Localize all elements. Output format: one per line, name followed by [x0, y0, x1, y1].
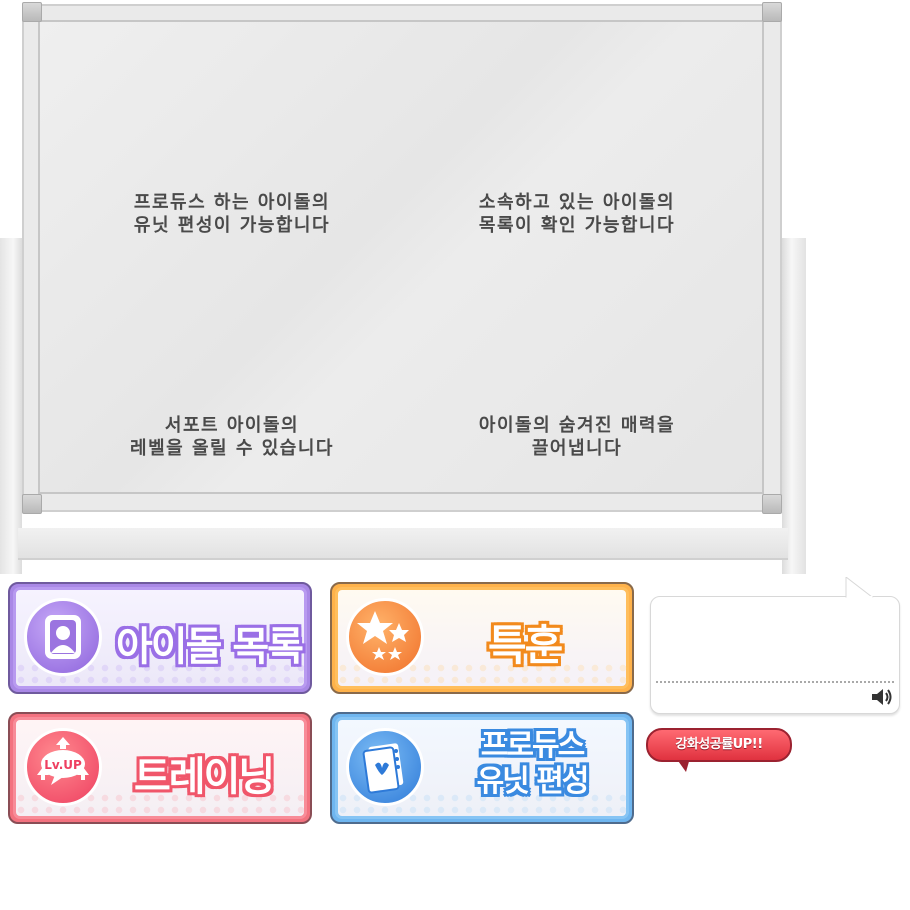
board-tray [18, 528, 788, 560]
training-label: 트레이닝 [134, 754, 275, 800]
description-idol-list: 소속하고 있는 아이돌의 목록이 확인 가능합니다 [412, 191, 742, 237]
description-line: 유닛 편성이 가능합니다 [133, 215, 331, 236]
unit-formation-label: 프로듀스 유닛 편성 [452, 728, 612, 800]
idol-list-label: 아이돌 목록 [116, 624, 304, 670]
description-line: 프로듀스 하는 아이돌의 [133, 192, 331, 213]
description-line: 아이돌의 숨겨진 매력을 [478, 415, 676, 436]
special-training-label: 특훈 [488, 621, 563, 670]
special-training-button[interactable]: 특훈 [330, 582, 634, 694]
board-corner-top-right [762, 2, 782, 22]
description-line: 목록이 확인 가능합니다 [478, 215, 676, 236]
description-special-training: 아이돌의 숨겨진 매력을 끌어냅니다 [412, 414, 742, 460]
speaker-icon[interactable] [870, 686, 894, 708]
unit-formation-label-line1: 프로듀스 [480, 728, 585, 763]
board-corner-bottom-right [762, 494, 782, 514]
description-unit-formation: 프로듀스 하는 아이돌의 유닛 편성이 가능합니다 [67, 191, 397, 237]
unit-formation-label-line2: 유닛 편성 [476, 764, 590, 799]
level-up-icon: Lv.UP [24, 728, 102, 806]
stars-icon [346, 598, 424, 676]
notebook-icon [346, 728, 424, 806]
speech-bubble [650, 596, 900, 714]
success-rate-badge: 강화성공률UP!! [646, 728, 792, 762]
board-corner-top-left [22, 2, 42, 22]
board-corner-bottom-left [22, 494, 42, 514]
unit-formation-button[interactable]: 프로듀스 유닛 편성 [330, 712, 634, 824]
description-line: 레벨을 올릴 수 있습니다 [130, 438, 334, 459]
description-training: 서포트 아이돌의 레벨을 올릴 수 있습니다 [67, 414, 397, 460]
description-line: 소속하고 있는 아이돌의 [478, 192, 676, 213]
level-up-text: Lv.UP [44, 758, 82, 772]
speech-bubble-tail [845, 577, 874, 599]
idol-list-button[interactable]: 아이돌 목록 [8, 582, 312, 694]
idol-profile-icon [24, 598, 102, 676]
training-button[interactable]: Lv.UP 트레이닝 [8, 712, 312, 824]
board-stand-left [0, 238, 22, 574]
description-line: 끌어냅니다 [531, 438, 623, 459]
speech-divider [656, 681, 894, 683]
board-stand-right [782, 238, 806, 574]
description-line: 서포트 아이돌의 [164, 415, 300, 436]
